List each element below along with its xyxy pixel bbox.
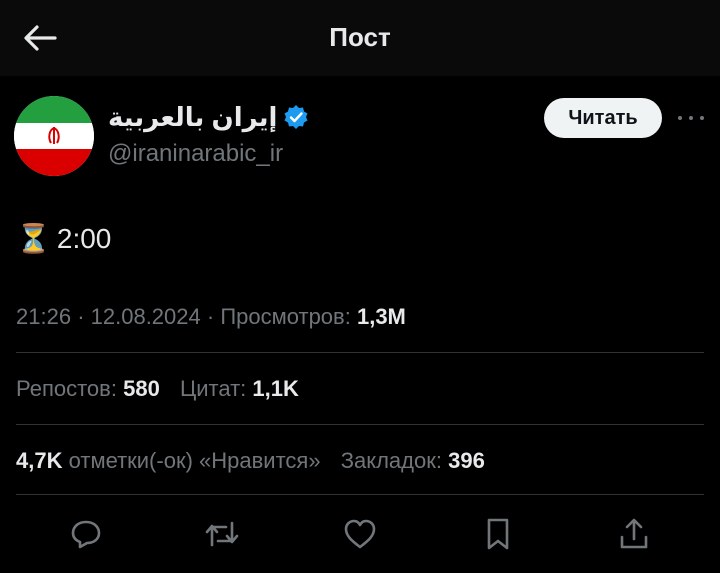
repost-icon bbox=[205, 521, 239, 547]
quotes-label[interactable]: Цитат: bbox=[180, 376, 246, 401]
author-name-row[interactable]: إيران بالعربية bbox=[108, 100, 309, 134]
like-button[interactable] bbox=[340, 514, 380, 554]
meta-separator: · bbox=[77, 304, 91, 329]
iran-flag-icon bbox=[14, 96, 94, 176]
bookmarks-label: Закладок: bbox=[340, 448, 442, 473]
tweet-body: 2:00 bbox=[56, 222, 112, 254]
likes-label[interactable]: отметки(-ок) «Нравится» bbox=[69, 448, 321, 473]
share-button[interactable] bbox=[614, 514, 654, 554]
share-icon bbox=[620, 518, 648, 549]
tweet-time[interactable]: 21:26 bbox=[16, 304, 71, 329]
divider bbox=[16, 352, 704, 353]
verified-badge-icon bbox=[284, 105, 308, 129]
meta-separator: · bbox=[206, 304, 221, 329]
divider bbox=[16, 494, 704, 495]
repost-stats: Репостов: 580 Цитат: 1,1K bbox=[16, 376, 299, 402]
hourglass-emoji: ⏳ bbox=[16, 223, 51, 254]
views-count: 1,3M bbox=[356, 304, 406, 329]
page-title: Пост bbox=[329, 22, 391, 52]
action-bar bbox=[0, 508, 720, 558]
bookmark-button[interactable] bbox=[478, 514, 518, 554]
tweet-meta: 21:26 · 12.08.2024 · Просмотров: 1,3M bbox=[16, 304, 406, 330]
divider bbox=[16, 424, 704, 425]
author-name[interactable]: إيران بالعربية bbox=[108, 102, 277, 133]
more-icon[interactable] bbox=[678, 110, 704, 126]
author-handle[interactable]: @iraninarabic_ir bbox=[108, 140, 283, 168]
like-stats: 4,7K отметки(-ок) «Нравится» Закладок: 3… bbox=[16, 448, 485, 474]
tweet-date[interactable]: 12.08.2024 bbox=[91, 304, 201, 329]
like-icon bbox=[344, 519, 376, 549]
reposts-count[interactable]: 580 bbox=[123, 376, 160, 401]
views-label: Просмотров: bbox=[220, 304, 351, 329]
read-button[interactable]: Читать bbox=[544, 98, 662, 138]
reply-button[interactable] bbox=[66, 514, 106, 554]
quotes-count[interactable]: 1,1K bbox=[252, 376, 298, 401]
reposts-label[interactable]: Репостов: bbox=[16, 376, 117, 401]
tweet-text: ⏳ 2:00 bbox=[16, 222, 111, 255]
reply-icon bbox=[71, 520, 101, 549]
likes-count[interactable]: 4,7K bbox=[16, 448, 62, 473]
bookmarks-count: 396 bbox=[448, 448, 485, 473]
bookmark-icon bbox=[487, 518, 509, 550]
avatar[interactable] bbox=[14, 96, 94, 176]
top-bar: Пост bbox=[0, 0, 720, 76]
repost-button[interactable] bbox=[202, 514, 242, 554]
